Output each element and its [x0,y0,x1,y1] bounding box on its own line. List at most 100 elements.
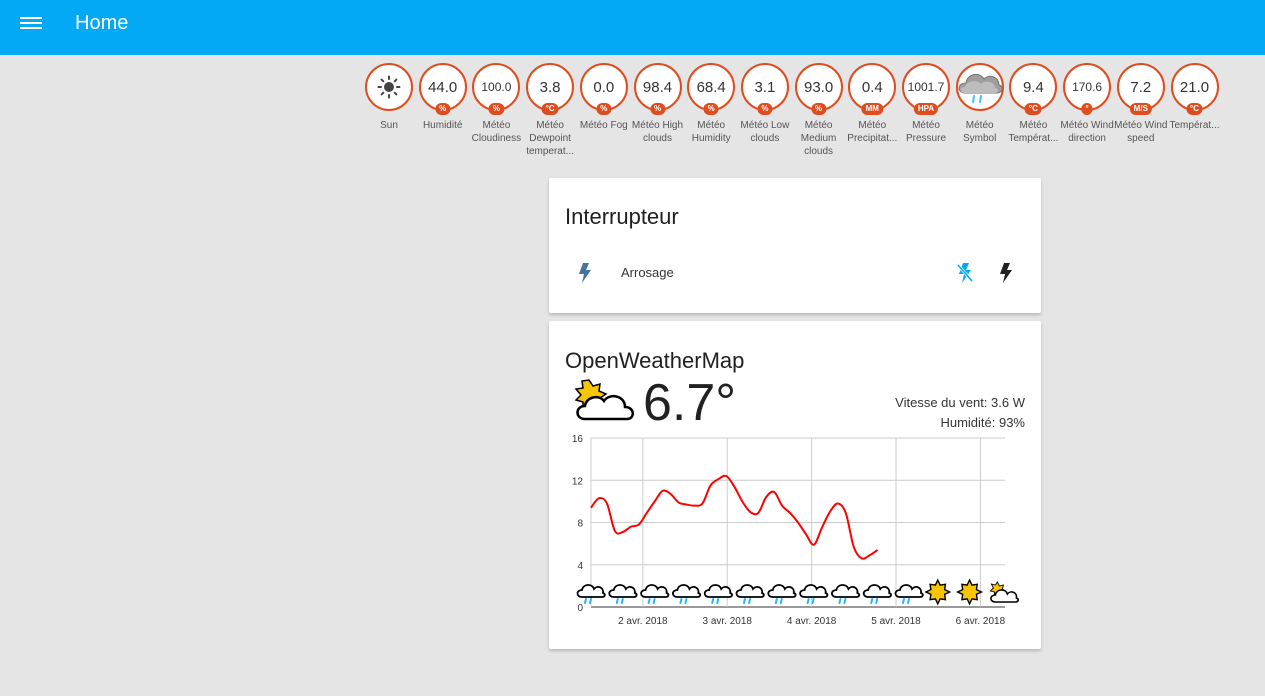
rain-cloud-icon [576,584,606,604]
state-badge[interactable]: 7.2 M/S Météo Wind speed [1114,63,1168,145]
state-badge[interactable]: 0.4 MM Météo Precipitat... [845,63,899,145]
badge-value: 44.0 [428,78,458,96]
badge-value: 68.4 [696,78,726,96]
state-badge[interactable]: 98.4% Météo High clouds [631,63,685,145]
badge-label: Météo Dewpoint temperat... [526,120,574,157]
badge-ring: 3.1% [740,63,789,115]
rain-cloud-icon [957,69,1003,105]
badge-value: 98.4 [642,78,673,96]
badge-ring: 0.0% [579,63,628,115]
state-badge[interactable]: Sun [362,63,416,132]
badge-ring: 68.4% [687,63,736,115]
wind-speed: Vitesse du vent: 3.6 W [895,395,1025,410]
state-badge[interactable]: 3.1% Météo Low clouds [738,63,792,145]
badge-ring [955,63,1004,111]
badge-ring: 1001.7 HPA [902,63,950,115]
badge-ring: 44.0% [418,63,467,115]
state-badge[interactable]: 100.0% Météo Cloudiness [469,63,523,145]
flash-icon[interactable] [998,262,1014,284]
badge-label: Températ... [1169,120,1220,131]
badge-ring: 9.4 °C [1009,63,1058,115]
state-badge[interactable]: 0.0% Météo Fog [577,63,631,132]
badge-value: 1001.7 [907,80,945,94]
badge-label: Météo Medium clouds [800,120,837,157]
badge-unit: % [811,103,827,115]
badge-label: Météo Cloudiness [471,120,522,144]
badge-unit: °C [541,103,559,115]
forecast-chart: 0 4 8 12 16 2 avr. 2018 3 avr. 2018 4 avr. 2018… [572,434,1019,627]
rain-cloud-icon [862,584,892,604]
state-badge[interactable]: 44.0% Humidité [416,63,470,132]
sun-icon [956,578,984,606]
rain-cloud-icon [767,584,797,604]
humidity: Humidité: 93% [940,415,1025,430]
rain-cloud-icon [672,584,702,604]
badge-unit: °C [1024,103,1042,115]
state-badge[interactable]: 3.8 °C Météo Dewpoint temperat... [523,63,577,158]
badge-unit: MM [861,103,883,115]
app-header: Home [0,0,1265,55]
temperature-series-line [590,474,879,560]
badge-ring: 3.8 °C [526,63,575,115]
badge-label: Météo High clouds [631,120,684,144]
state-badge[interactable]: 9.4 °C Météo Températ... [1006,63,1060,145]
x-tick-label: 2 avr. 2018 [618,616,668,627]
badge-label: Météo Pressure [905,120,946,144]
state-badge[interactable]: 93.0% Météo Medium clouds [792,63,846,158]
badge-value: 9.4 [1022,78,1044,96]
x-tick-label: 6 avr. 2018 [956,616,1006,627]
weather-card: OpenWeatherMap 6.7° Vitesse du vent: 3.6… [549,321,1041,649]
partly-cloudy-icon [574,379,634,421]
current-temperature: 6.7° [643,374,737,432]
state-badge[interactable]: 1001.7 HPA Météo Pressure [899,63,953,145]
badge-label: Météo Symbol [963,120,997,144]
badge-value: 100.0 [481,80,512,94]
y-tick-label: 4 [577,561,583,572]
page-title: Home [75,12,129,34]
badge-unit: % [596,103,612,115]
lightning-bolt-icon [579,263,591,283]
badge-label: Météo Wind speed [1114,120,1168,144]
badge-value: 7.2 [1130,78,1152,96]
badge-label: Météo Precipitat... [847,120,898,144]
x-tick-label: 5 avr. 2018 [871,616,921,627]
x-tick-label: 4 avr. 2018 [787,616,837,627]
badge-unit: % [488,103,504,115]
menu-icon[interactable] [20,14,42,36]
badge-label: Météo Humidity [691,120,731,144]
badge-unit: HPA [913,103,939,115]
badge-label: Sun [380,120,398,131]
badge-ring: 0.4 MM [848,63,897,115]
rain-cloud-icon [608,584,638,604]
weather-card-title: OpenWeatherMap [565,348,745,373]
state-badge[interactable]: 68.4% Météo Humidity [684,63,738,145]
sun-icon [924,578,952,606]
badge-label: Météo Low clouds [740,120,790,144]
state-badge[interactable]: 170.6 ° Météo Wind direction [1060,63,1114,145]
badge-unit: M/S [1129,103,1152,115]
badge-label: Humidité [422,120,463,131]
badge-label: Météo Wind direction [1060,120,1114,144]
badge-value: 3.8 [539,78,561,96]
flash-off-icon[interactable] [956,262,974,284]
partly-cloudy-icon [989,581,1019,603]
badge-ring: 98.4% [633,63,682,115]
state-badge[interactable]: 21.0 °C Températ... [1168,63,1222,132]
rain-cloud-icon [640,584,670,604]
rain-cloud-icon [799,584,829,604]
badge-unit: ° [1081,103,1093,115]
badge-ring [365,63,413,111]
badge-unit: % [435,103,451,115]
y-tick-label: 12 [572,476,584,487]
switch-entity-label: Arrosage [621,265,674,280]
badge-ring: 170.6 ° [1063,63,1112,115]
badge-unit: % [703,103,719,115]
x-tick-label: 3 avr. 2018 [702,616,752,627]
badge-label: Météo Températ... [1008,120,1059,144]
badge-ring: 21.0 °C [1170,63,1219,115]
badge-value: 3.1 [754,78,776,96]
state-badge[interactable]: Météo Symbol [953,63,1007,145]
badge-value: 0.0 [593,78,615,96]
badge-unit: % [757,103,773,115]
y-tick-label: 16 [572,434,584,445]
